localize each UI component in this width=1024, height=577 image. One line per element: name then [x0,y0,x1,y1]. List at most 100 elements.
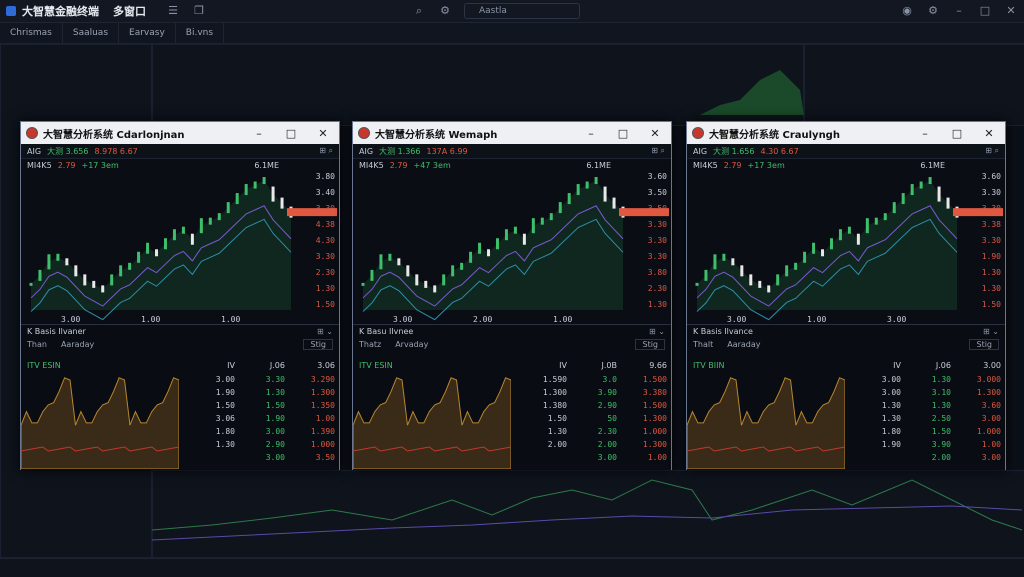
gear-icon[interactable]: ⚙ [438,5,452,17]
candle [695,282,699,286]
lower-table-header: IV J.06 3.06 [185,361,335,370]
table-cell: 1.00 [315,414,335,423]
lower-panel-mode: Than [27,339,47,349]
price-area [31,180,291,310]
window-titlebar[interactable]: 大智慧分析系统 Cdarlonjnan – □ ✕ [21,122,339,144]
settings-icon[interactable]: ⚙ [926,5,940,17]
menu-icon[interactable]: ☰ [166,5,180,17]
table-row: 1.80 1.50 1.000 [851,425,1001,438]
candle [513,226,517,234]
window-close-icon[interactable]: ✕ [307,127,339,140]
lower-panel-dropdown[interactable]: Stig [303,338,333,350]
candle [155,249,159,257]
candle [740,265,744,277]
window-titlebar[interactable]: 大智慧分析系统 Wemaph – □ ✕ [353,122,671,144]
search-icon[interactable]: ⌕ [412,5,426,17]
window-close-icon[interactable]: ✕ [973,127,1005,140]
indicator-b: 2.79 [57,160,76,170]
indicator-d: 6.1ME [254,160,279,170]
indicator-b: 2.79 [723,160,742,170]
candle [910,184,914,196]
table-cell: 1.90 [265,414,285,423]
candle [137,251,141,263]
lower-panel-tools-icon[interactable]: ⊞ ⌄ [317,327,333,336]
window-maximize-icon[interactable]: □ [941,127,973,140]
table-cell: 3.0 [602,375,617,384]
axis-tick-label: 3.40 [315,188,335,197]
window-maximize-icon[interactable]: □ [607,127,639,140]
top-bar: 大智慧金融终端 多窗口 ☰ ❐ ⌕ ⚙ Aastla ◉ ⚙ – □ ✕ [0,0,1024,23]
table-cell: 3.00 [265,427,285,436]
candle [713,254,717,270]
candle [847,226,851,234]
lower-panel-label: ITV ESIN [359,361,393,370]
candle [776,274,780,286]
window-minimize-icon[interactable]: – [909,127,941,140]
table-cell: 1.90 [215,388,235,397]
window-titlebar[interactable]: 大智慧分析系统 Craulyngh – □ ✕ [687,122,1005,144]
bg-right-panel [804,44,1024,126]
chart-window-0[interactable]: 大智慧分析系统 Cdarlonjnan – □ ✕ AIG 大测 3.656 8… [20,121,340,470]
tab-0[interactable]: Chrismas [0,23,63,43]
lower-panel-header: K Basis Ilvaner ⊞ ⌄ [21,325,339,338]
table-cell: 1.30 [931,375,951,384]
time-label: 3.00 [887,315,906,324]
chart-window-2[interactable]: 大智慧分析系统 Craulyngh – □ ✕ AIG 大测 1.656 4.3… [686,121,1006,470]
table-cell: 1.30 [215,440,235,449]
table-cell: 3.60 [981,401,1001,410]
status-bar [0,558,1024,577]
lower-panel-dropdown[interactable]: Stig [969,338,999,350]
candle [892,202,896,214]
lower-panel-tools-icon[interactable]: ⊞ ⌄ [649,327,665,336]
price-green: 大测 1.656 [713,146,755,156]
maximize-icon[interactable]: □ [978,5,992,17]
candle [946,197,950,209]
candle [883,213,887,221]
candle [74,265,78,277]
header-tools-icon[interactable]: ⊞ ⌕ [651,146,665,156]
candle [56,253,60,261]
close-icon[interactable]: ✕ [1004,5,1018,17]
tab-1[interactable]: Saaluas [63,23,120,43]
chart-window-1[interactable]: 大智慧分析系统 Wemaph – □ ✕ AIG 大测 1.366 137A 6… [352,121,672,470]
table-cell [185,451,235,464]
minimize-icon[interactable]: – [952,5,966,17]
copy-icon[interactable]: ❐ [192,5,206,17]
table-row: 2.00 3.00 [851,451,1001,464]
candle [531,218,535,234]
time-label: 1.00 [807,315,826,324]
table-row: 1.30 2.50 3.00 [851,412,1001,425]
tab-2[interactable]: Earvasy [119,23,176,43]
tab-3[interactable]: Bi.vns [176,23,225,43]
table-cell: 3.10 [931,388,951,397]
window-maximize-icon[interactable]: □ [275,127,307,140]
axis-tick-label: 3.80 [315,172,335,181]
price-red: 137A 6.99 [426,146,468,156]
window-minimize-icon[interactable]: – [575,127,607,140]
search-input[interactable]: Aastla [464,3,580,19]
table-row: 1.90 1.30 1.300 [185,386,335,399]
candle [190,233,194,245]
candle [370,269,374,281]
window-minimize-icon[interactable]: – [243,127,275,140]
axis-tick-label: 1.30 [647,300,667,309]
window-close-icon[interactable]: ✕ [639,127,671,140]
header-tools-icon[interactable]: ⊞ ⌕ [985,146,999,156]
lower-panel: K Basis Ilvaner ⊞ ⌄ Than Aaraday Stig IT… [21,324,339,470]
lower-area [687,377,845,469]
candle [101,285,105,293]
lower-panel-header: K Basu IIvnee ⊞ ⌄ [353,325,671,338]
table-cell: 1.300 [310,388,335,397]
header-tools-icon[interactable]: ⊞ ⌕ [319,146,333,156]
lower-panel-dropdown[interactable]: Stig [635,338,665,350]
candle [424,280,428,288]
window-title: 大智慧分析系统 Wemaph [375,129,498,141]
candle [749,274,753,286]
candle [821,249,825,257]
window-title: 大智慧分析系统 Cdarlonjnan [43,129,185,141]
candle [181,226,185,234]
lower-panel-tools-icon[interactable]: ⊞ ⌄ [983,327,999,336]
table-cell: 1.50 [931,427,951,436]
candle [208,217,212,225]
user-icon[interactable]: ◉ [900,5,914,17]
